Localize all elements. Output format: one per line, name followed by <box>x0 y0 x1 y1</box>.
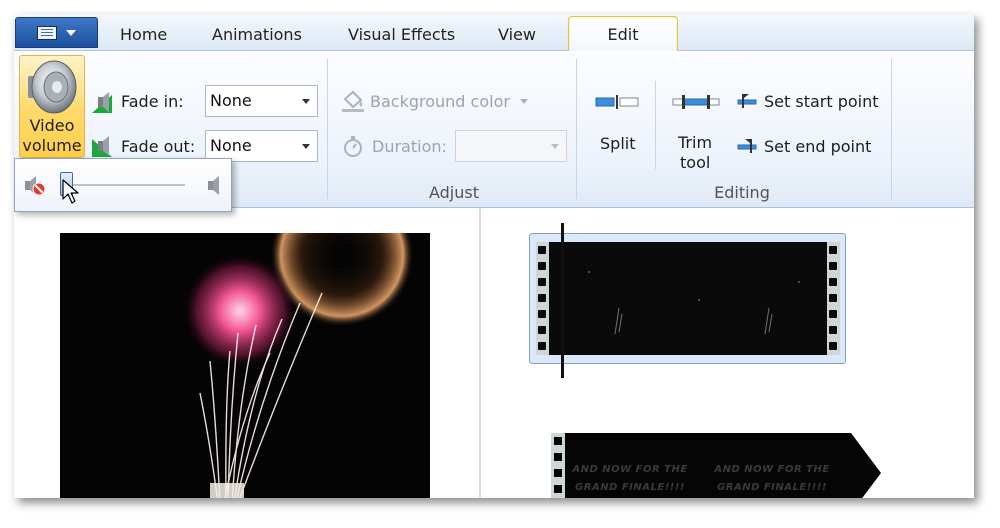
speaker-icon <box>28 60 77 114</box>
tab-visual-effects[interactable]: Visual Effects <box>348 20 455 51</box>
stopwatch-icon <box>344 136 362 157</box>
set-end-point-icon <box>737 139 757 153</box>
title-card-clip[interactable]: AND NOW FOR THE GRAND FINALE!!!! AND NOW… <box>551 433 881 498</box>
fade-in-value: None <box>210 91 252 110</box>
video-volume-button[interactable]: Video volume <box>19 55 85 158</box>
volume-slider-track[interactable] <box>69 184 185 187</box>
set-start-point-button[interactable]: Set start point <box>764 92 879 111</box>
trim-icon <box>672 95 720 109</box>
tab-view[interactable]: View <box>498 20 536 51</box>
duration-dropdown[interactable] <box>455 130 567 162</box>
volume-max-icon[interactable] <box>206 175 224 197</box>
set-start-point-icon <box>737 94 757 108</box>
fade-in-dropdown[interactable]: None <box>205 85 318 117</box>
split-button[interactable]: Split <box>587 81 649 161</box>
chevron-down-icon <box>520 99 528 104</box>
mouse-cursor-icon <box>62 179 79 204</box>
fade-out-label: Fade out: <box>121 137 196 156</box>
ribbon-tab-strip: Home Animations Visual Effects View Edit <box>14 14 974 52</box>
fireworks-image <box>182 233 414 498</box>
fade-in-label: Fade in: <box>121 92 184 111</box>
storyboard-pane: AND NOW FOR THE GRAND FINALE!!!! AND NOW… <box>481 208 974 498</box>
button-separator <box>655 81 656 169</box>
chevron-down-icon <box>551 144 559 149</box>
clip-thumbnails <box>588 271 800 335</box>
title-card-text-2: AND NOW FOR THE GRAND FINALE!!!! <box>714 464 830 493</box>
group-separator <box>891 59 892 199</box>
video-volume-label: Video <box>29 116 75 135</box>
preview-pane <box>14 208 480 498</box>
editing-group-label: Editing <box>714 183 770 202</box>
title-card-text-1: AND NOW FOR THE GRAND FINALE!!!! <box>572 464 688 493</box>
video-clip-filmstrip <box>536 242 840 355</box>
tab-animations[interactable]: Animations <box>212 20 302 51</box>
duration-label: Duration: <box>372 137 447 156</box>
tab-edit[interactable]: Edit <box>568 16 678 52</box>
tab-home[interactable]: Home <box>120 20 167 51</box>
chevron-down-icon <box>302 144 310 149</box>
video-volume-label-2: volume <box>22 136 82 155</box>
application-menu-button[interactable] <box>15 17 98 48</box>
trim-tool-button[interactable]: Trim tool <box>666 81 726 177</box>
chevron-down-icon <box>302 99 310 104</box>
group-separator <box>576 59 577 199</box>
background-color-button[interactable]: Background color <box>370 92 510 111</box>
split-label: Split <box>600 134 636 153</box>
trim-label: Trim <box>678 133 713 152</box>
mute-icon[interactable] <box>23 175 47 197</box>
fade-out-icon <box>92 136 112 157</box>
set-end-point-button[interactable]: Set end point <box>764 137 871 156</box>
fade-in-icon <box>92 92 112 113</box>
playhead-indicator[interactable] <box>561 223 564 378</box>
paint-bucket-icon <box>342 90 364 112</box>
split-icon <box>595 95 639 109</box>
video-preview[interactable] <box>60 233 430 498</box>
trim-label-2: tool <box>680 153 711 172</box>
document-icon <box>37 25 57 40</box>
movie-maker-window: Home Animations Visual Effects View Edit <box>14 14 974 498</box>
adjust-group-label: Adjust <box>428 183 479 202</box>
dropdown-arrow-icon <box>66 29 76 36</box>
selected-video-clip[interactable] <box>529 233 846 364</box>
group-separator <box>327 59 328 199</box>
video-volume-popup <box>14 158 232 212</box>
fade-out-value: None <box>210 136 252 155</box>
